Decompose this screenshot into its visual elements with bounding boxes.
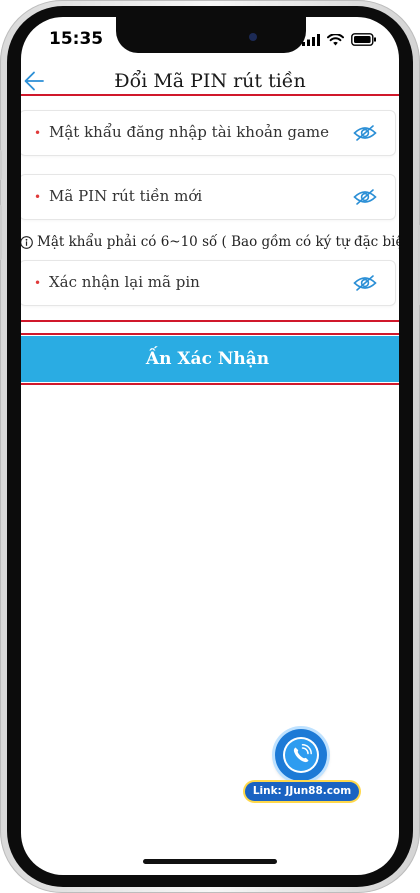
- screen: 15:35 Đổi Mã PIN rút tiền • Mật khẩu đăn…: [21, 17, 399, 875]
- new-pin-field[interactable]: • Mã PIN rút tiền mới: [21, 174, 396, 220]
- eye-icon[interactable]: [353, 187, 377, 207]
- new-pin-placeholder: Mã PIN rút tiền mới: [49, 187, 203, 205]
- confirm-button-highlight: Ấn Xác Nhận: [21, 333, 399, 385]
- required-dot: •: [34, 190, 42, 204]
- home-indicator: [143, 859, 277, 864]
- side-button: [0, 205, 2, 260]
- required-dot: •: [34, 126, 42, 140]
- support-call-button[interactable]: [275, 729, 327, 781]
- confirm-button[interactable]: Ấn Xác Nhận: [21, 336, 399, 382]
- camera: [249, 33, 257, 41]
- notch: [116, 17, 306, 53]
- status-time: 15:35: [49, 29, 104, 49]
- pin-form: • Mật khẩu đăng nhập tài khoản game • Mã…: [21, 94, 399, 322]
- side-button: [0, 150, 2, 180]
- confirm-pin-placeholder: Xác nhận lại mã pin: [49, 273, 200, 291]
- phone-call-icon: [293, 744, 312, 763]
- site-link-badge: Link: JJun88.com: [245, 782, 359, 801]
- status-icons: [302, 33, 377, 46]
- signal-icon: [302, 33, 320, 46]
- phone-frame: 15:35 Đổi Mã PIN rút tiền • Mật khẩu đăn…: [0, 0, 420, 893]
- eye-icon[interactable]: [353, 273, 377, 293]
- pin-hint: Mật khẩu phải có 6~10 số ( Bao gồm có ký…: [21, 234, 399, 250]
- login-password-field[interactable]: • Mật khẩu đăng nhập tài khoản game: [21, 110, 396, 156]
- support-call-inner: [283, 737, 319, 773]
- page-header: Đổi Mã PIN rút tiền: [21, 69, 399, 97]
- info-icon: [21, 235, 33, 249]
- eye-icon[interactable]: [353, 123, 377, 143]
- required-dot: •: [34, 276, 42, 290]
- battery-icon: [351, 33, 376, 46]
- page-title: Đổi Mã PIN rút tiền: [114, 70, 306, 92]
- login-password-placeholder: Mật khẩu đăng nhập tài khoản game: [49, 123, 330, 141]
- wifi-icon: [327, 33, 344, 45]
- confirm-pin-field[interactable]: • Xác nhận lại mã pin: [21, 260, 396, 306]
- pin-hint-text: Mật khẩu phải có 6~10 số ( Bao gồm có ký…: [37, 234, 399, 250]
